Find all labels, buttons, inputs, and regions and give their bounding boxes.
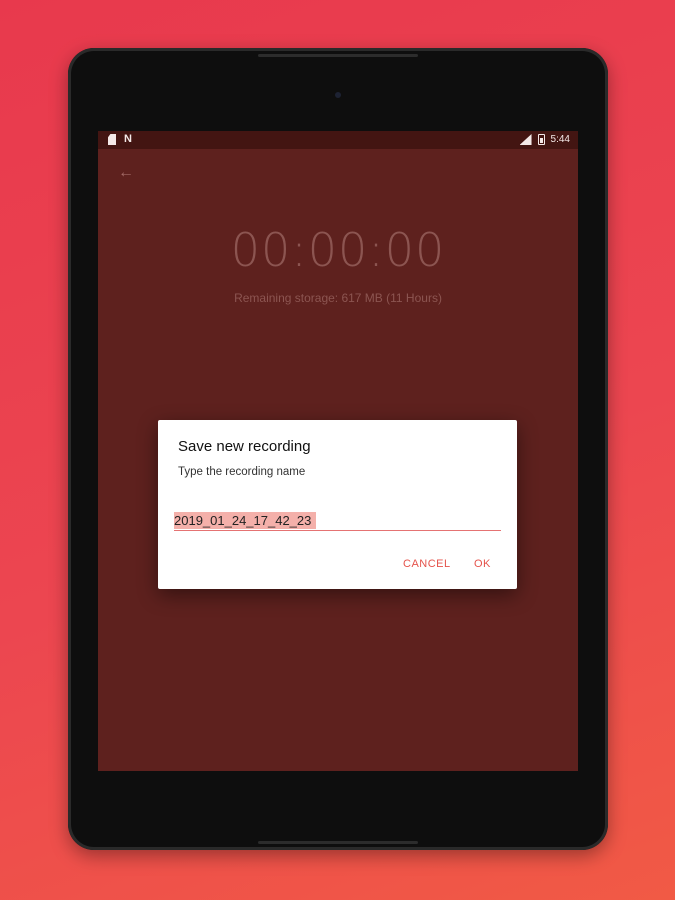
back-arrow-icon[interactable]: ←	[118, 165, 138, 181]
ok-button[interactable]: OK	[474, 558, 491, 570]
status-bar: N 5:44	[98, 131, 578, 149]
cancel-button[interactable]: CANCEL	[403, 558, 451, 570]
front-camera	[335, 92, 341, 98]
recording-timer: 00:00:00	[230, 223, 446, 277]
save-recording-dialog: Save new recording Type the recording na…	[158, 420, 517, 589]
recording-name-input[interactable]	[174, 510, 501, 531]
signal-icon	[519, 134, 532, 145]
speaker-grill-bottom	[258, 841, 418, 844]
battery-icon	[537, 134, 545, 145]
dialog-message: Type the recording name	[178, 466, 306, 478]
remaining-storage-label: Remaining storage: 617 MB (11 Hours)	[234, 291, 442, 305]
status-time: 5:44	[550, 134, 570, 145]
dialog-title: Save new recording	[178, 438, 311, 455]
sd-card-icon	[108, 134, 116, 145]
speaker-grill-top	[258, 54, 418, 57]
n-icon: N	[124, 133, 132, 145]
